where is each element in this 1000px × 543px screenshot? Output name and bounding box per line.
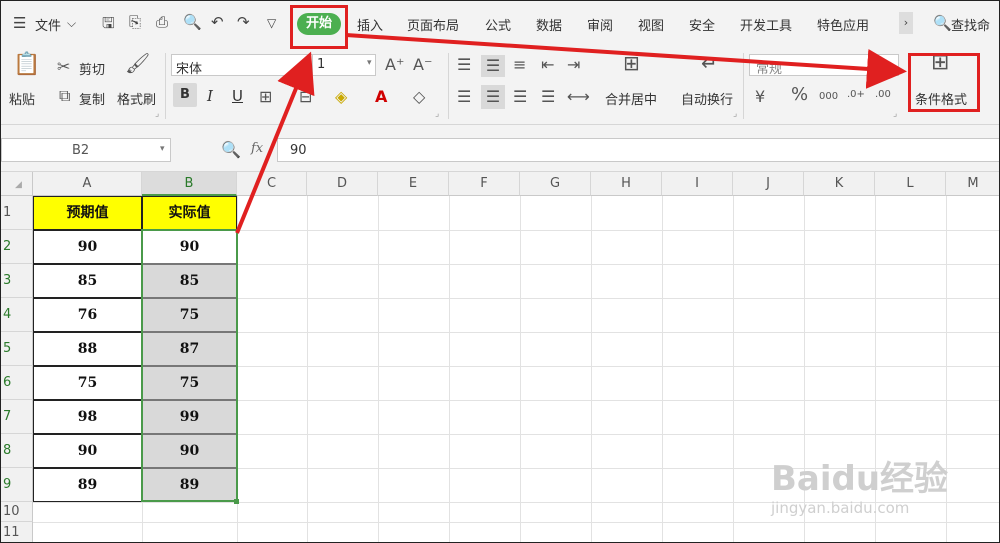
app-window: ☰ 文件 ⌵ 🖫 ⎘ ⎙ 🔍 ↶ ↷ ▽ 开始 插入 页面布局 公式 数据 审阅… bbox=[0, 0, 1000, 543]
arrow-to-conditional-format bbox=[345, 33, 907, 89]
arrow-to-home-tab bbox=[235, 51, 315, 234]
annotation-arrows bbox=[235, 33, 907, 234]
